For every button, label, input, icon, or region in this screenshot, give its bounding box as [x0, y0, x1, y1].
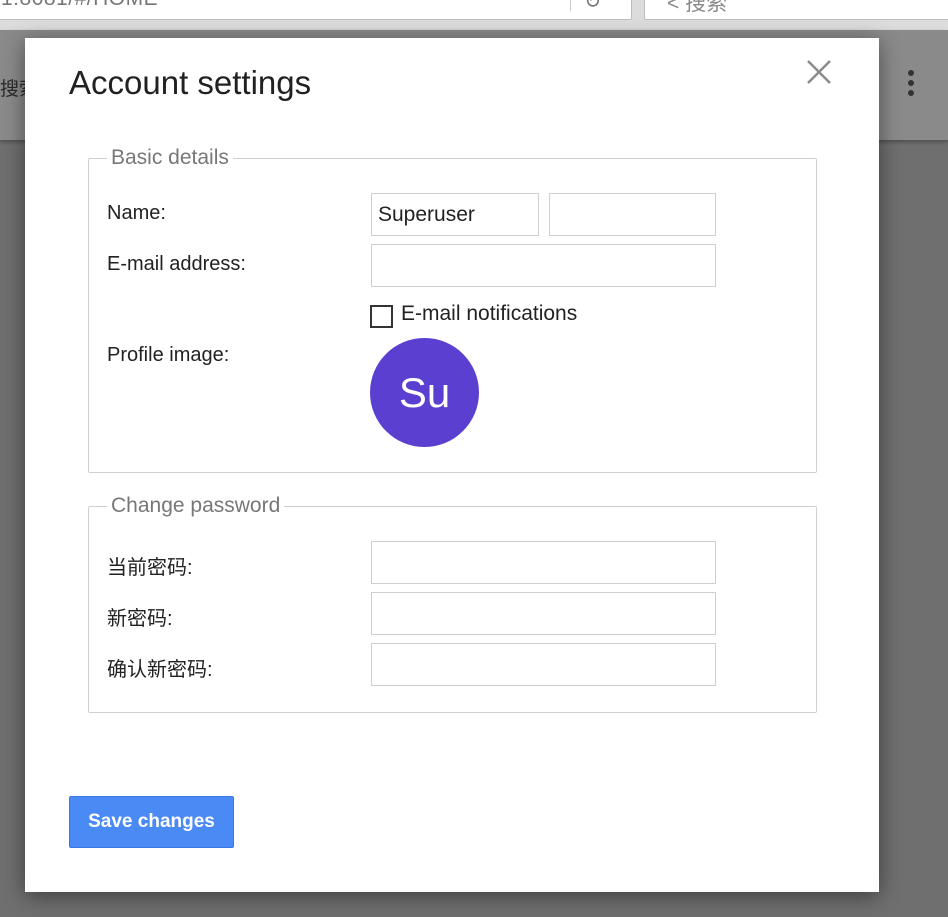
first-name-input[interactable]: [371, 193, 539, 236]
change-password-legend: Change password: [111, 494, 281, 517]
current-password-label: 当前密码:: [107, 557, 193, 579]
address-bar[interactable]: 1:8081/#/HOME ↻: [0, 0, 632, 20]
browser-search-box[interactable]: < 搜索: [644, 0, 948, 20]
avatar[interactable]: Su: [370, 338, 479, 447]
save-changes-button[interactable]: Save changes: [69, 796, 234, 848]
confirm-password-input[interactable]: [371, 643, 716, 686]
new-password-label: 新密码:: [107, 608, 173, 630]
confirm-password-label: 确认新密码:: [107, 659, 213, 681]
reload-icon[interactable]: ↻: [584, 0, 601, 14]
name-label: Name:: [107, 202, 166, 224]
avatar-initials: Su: [398, 368, 451, 416]
browser-search-placeholder: < 搜索: [667, 0, 728, 15]
more-vert-icon[interactable]: [904, 68, 918, 102]
last-name-input[interactable]: [549, 193, 716, 236]
profile-image-label: Profile image:: [107, 344, 230, 366]
email-label: E-mail address:: [107, 253, 246, 275]
current-password-input[interactable]: [371, 541, 716, 584]
account-settings-dialog: Account settings Basic details Name: E-m…: [25, 38, 879, 892]
dialog-title: Account settings: [69, 64, 312, 101]
email-input[interactable]: [371, 244, 716, 287]
email-notifications-label[interactable]: E-mail notifications: [401, 302, 577, 326]
email-notifications-checkbox[interactable]: [370, 305, 393, 328]
basic-details-legend: Basic details: [111, 146, 229, 169]
address-bar-text: 1:8081/#/HOME: [1, 0, 158, 11]
new-password-input[interactable]: [371, 592, 716, 635]
close-icon[interactable]: [805, 58, 833, 86]
browser-toolbar: 1:8081/#/HOME ↻ < 搜索: [0, 0, 948, 30]
address-bar-divider: [570, 0, 571, 11]
